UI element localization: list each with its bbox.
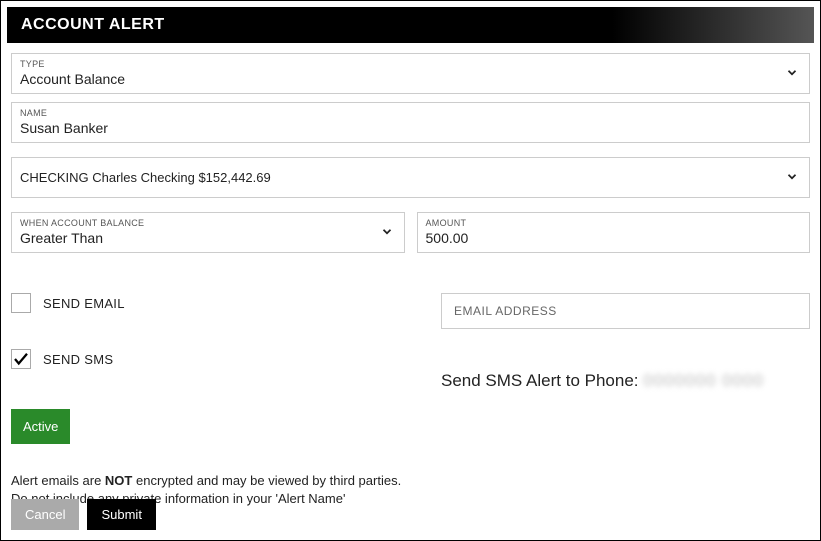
condition-select[interactable]: WHEN ACCOUNT BALANCE Greater Than <box>11 212 405 253</box>
active-button[interactable]: Active <box>11 409 70 444</box>
email-field[interactable]: EMAIL ADDRESS <box>441 293 810 329</box>
amount-field[interactable]: AMOUNT 500.00 <box>417 212 811 253</box>
sms-phone-masked: 0000000 0000 <box>643 371 764 391</box>
amount-label: AMOUNT <box>426 218 802 228</box>
chevron-down-icon <box>380 224 394 241</box>
send-sms-checkbox[interactable] <box>11 349 31 369</box>
name-field[interactable]: NAME Susan Banker <box>11 102 810 143</box>
sms-info-text: Send SMS Alert to Phone: 0000000 0000 <box>441 371 810 391</box>
name-value: Susan Banker <box>20 120 801 136</box>
account-select[interactable]: CHECKING Charles Checking $152,442.69 <box>11 157 810 198</box>
checkmark-icon <box>12 350 30 368</box>
send-email-label: SEND EMAIL <box>43 296 125 311</box>
condition-value: Greater Than <box>20 230 396 246</box>
sms-prefix: Send SMS Alert to Phone: <box>441 371 643 390</box>
submit-button[interactable]: Submit <box>87 499 155 530</box>
page-title: ACCOUNT ALERT <box>7 7 814 43</box>
condition-label: WHEN ACCOUNT BALANCE <box>20 218 396 228</box>
type-label: TYPE <box>20 59 801 69</box>
send-sms-label: SEND SMS <box>43 352 113 367</box>
cancel-button[interactable]: Cancel <box>11 499 79 530</box>
send-email-checkbox[interactable] <box>11 293 31 313</box>
chevron-down-icon <box>785 65 799 82</box>
amount-value: 500.00 <box>426 230 802 246</box>
type-select[interactable]: TYPE Account Balance <box>11 53 810 94</box>
chevron-down-icon <box>785 169 799 186</box>
name-label: NAME <box>20 108 801 118</box>
type-value: Account Balance <box>20 71 801 87</box>
account-value: CHECKING Charles Checking $152,442.69 <box>20 170 801 185</box>
